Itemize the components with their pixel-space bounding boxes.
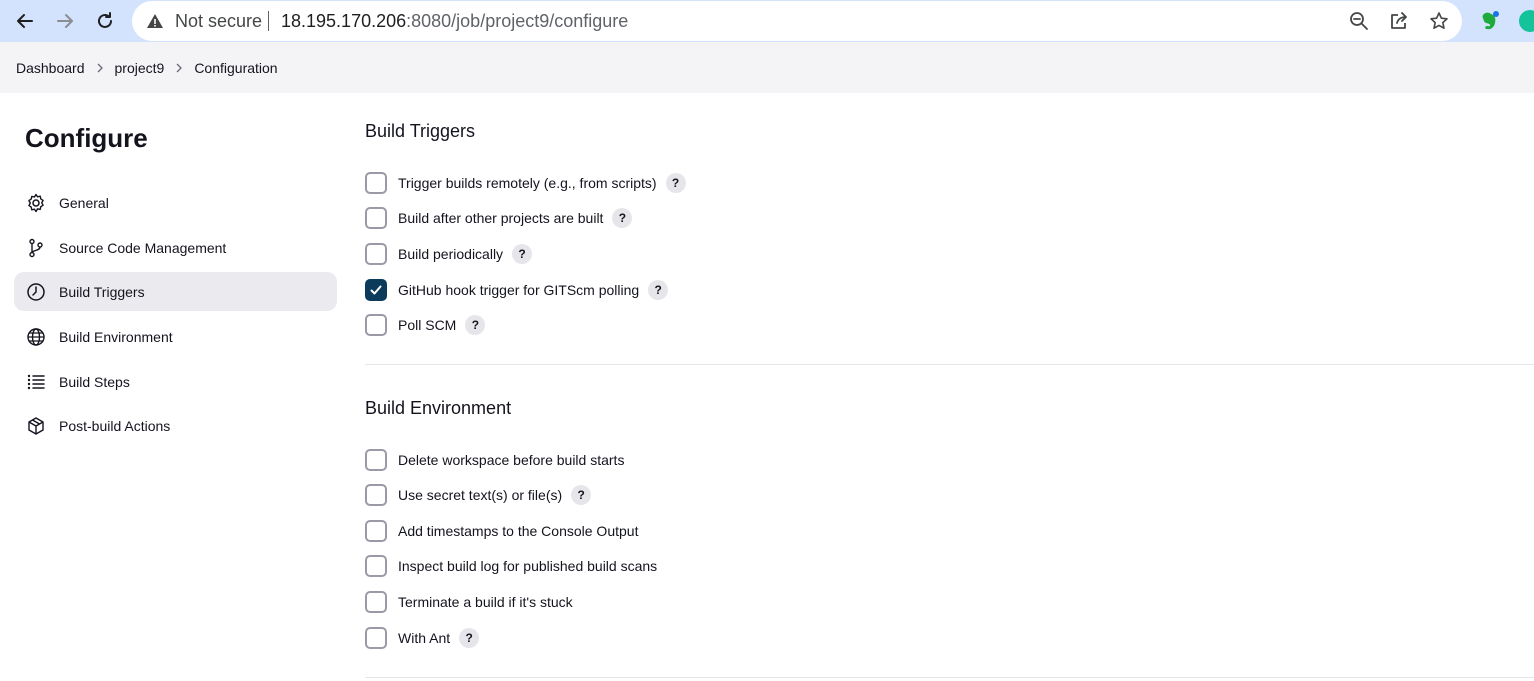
list-icon	[26, 372, 46, 392]
zoom-out-icon	[1350, 12, 1368, 30]
option-trigger-builds-remotely[interactable]: Trigger builds remotely (e.g., from scri…	[365, 171, 686, 195]
reload-button[interactable]	[90, 6, 120, 36]
option-label[interactable]: With Ant	[398, 630, 450, 646]
option-inspect-build-log[interactable]: Inspect build log for published build sc…	[365, 554, 657, 578]
checkbox[interactable]	[365, 207, 387, 229]
gear-icon	[26, 193, 46, 213]
config-main: Build Triggers Trigger builds remotely (…	[365, 93, 1534, 681]
help-icon[interactable]: ?	[465, 315, 486, 335]
back-button[interactable]	[10, 6, 40, 36]
help-icon[interactable]: ?	[648, 280, 669, 300]
option-label[interactable]: GitHub hook trigger for GITScm polling	[398, 282, 639, 298]
option-label[interactable]: Build after other projects are built	[398, 210, 603, 226]
checkbox[interactable]	[365, 627, 387, 649]
section-divider	[365, 364, 1534, 365]
checkmark-icon	[370, 285, 382, 295]
breadcrumb: Dashboard project9 Configuration	[0, 42, 1534, 93]
chevron-right-icon	[97, 63, 103, 72]
checkbox[interactable]	[365, 591, 387, 613]
help-icon[interactable]: ?	[459, 628, 480, 648]
branch-icon	[26, 238, 46, 258]
help-icon[interactable]: ?	[612, 208, 633, 228]
option-build-periodically[interactable]: Build periodically ?	[365, 242, 533, 266]
grammarly-extension-icon[interactable]	[1518, 9, 1534, 33]
sidebar-item-label: Source Code Management	[59, 239, 227, 256]
option-label[interactable]: Trigger builds remotely (e.g., from scri…	[398, 175, 657, 191]
zoom-button[interactable]	[1348, 10, 1370, 32]
option-github-hook-trigger[interactable]: GitHub hook trigger for GITScm polling ?	[365, 278, 669, 302]
sidebar-item-label: Build Steps	[59, 373, 130, 390]
address-separator	[268, 11, 269, 31]
browser-toolbar: Not secure 18.195.170.206:8080/job/proje…	[0, 0, 1534, 42]
package-icon	[26, 416, 46, 436]
sidebar-item-label: Post-build Actions	[59, 417, 171, 434]
breadcrumb-dashboard[interactable]: Dashboard	[16, 60, 85, 76]
address-bar[interactable]: Not secure 18.195.170.206:8080/job/proje…	[132, 1, 1462, 41]
option-with-ant[interactable]: With Ant ?	[365, 626, 480, 650]
option-label[interactable]: Add timestamps to the Console Output	[398, 523, 638, 539]
option-label[interactable]: Inspect build log for published build sc…	[398, 558, 657, 574]
breadcrumb-configuration[interactable]: Configuration	[194, 60, 277, 76]
sidebar-item-general[interactable]: General	[14, 183, 337, 222]
checkbox[interactable]	[365, 314, 387, 336]
reload-icon	[98, 12, 112, 28]
sidebar-item-label: Build Triggers	[59, 283, 145, 300]
share-button[interactable]	[1388, 10, 1410, 32]
forward-button[interactable]	[50, 6, 80, 36]
sidebar-item-build-steps[interactable]: Build Steps	[14, 362, 337, 401]
chevron-right-icon	[176, 63, 183, 72]
checkbox-checked[interactable]	[365, 279, 387, 301]
breadcrumb-separator	[164, 63, 194, 73]
sidebar-item-build-triggers[interactable]: Build Triggers	[14, 272, 337, 311]
option-label[interactable]: Build periodically	[398, 246, 503, 262]
option-label[interactable]: Delete workspace before build starts	[398, 452, 624, 468]
section-title-build-triggers: Build Triggers	[365, 121, 476, 141]
option-label[interactable]: Poll SCM	[398, 317, 456, 333]
checkbox[interactable]	[365, 520, 387, 542]
timer-icon	[26, 282, 46, 302]
arrow-right-icon	[57, 14, 73, 28]
option-label[interactable]: Terminate a build if it's stuck	[398, 594, 573, 610]
sidebar-item-post-build-actions[interactable]: Post-build Actions	[14, 406, 337, 445]
config-sidebar: Configure General Source Code Management…	[0, 93, 350, 681]
evernote-extension-icon[interactable]	[1477, 9, 1501, 33]
url-host: 18.195.170.206	[281, 11, 407, 31]
page-title: Configure	[25, 123, 148, 153]
arrow-left-icon	[17, 14, 33, 28]
sidebar-item-label: General	[59, 194, 109, 211]
star-icon	[1430, 12, 1448, 29]
checkbox[interactable]	[365, 172, 387, 194]
checkbox[interactable]	[365, 243, 387, 265]
section-divider	[365, 677, 1534, 678]
help-icon[interactable]: ?	[512, 244, 533, 264]
checkbox[interactable]	[365, 484, 387, 506]
section-title-build-environment: Build Environment	[365, 398, 512, 418]
option-terminate-stuck-build[interactable]: Terminate a build if it's stuck	[365, 590, 573, 614]
option-poll-scm[interactable]: Poll SCM ?	[365, 313, 486, 337]
checkbox[interactable]	[365, 449, 387, 471]
option-label[interactable]: Use secret text(s) or file(s)	[398, 487, 562, 503]
url-text[interactable]: 18.195.170.206:8080/job/project9/configu…	[281, 11, 628, 32]
breadcrumb-project[interactable]: project9	[115, 60, 165, 76]
sidebar-item-label: Build Environment	[59, 328, 173, 345]
breadcrumb-separator	[85, 63, 115, 73]
option-build-after-other-projects[interactable]: Build after other projects are built ?	[365, 206, 633, 230]
option-add-timestamps[interactable]: Add timestamps to the Console Output	[365, 519, 638, 543]
sidebar-item-build-environment[interactable]: Build Environment	[14, 317, 337, 356]
option-delete-workspace[interactable]: Delete workspace before build starts	[365, 448, 624, 472]
share-icon	[1391, 12, 1407, 29]
warning-icon[interactable]	[146, 12, 164, 30]
help-icon[interactable]: ?	[571, 485, 592, 505]
bookmark-button[interactable]	[1428, 10, 1450, 32]
sidebar-item-source-code-management[interactable]: Source Code Management	[14, 228, 337, 267]
url-path: :8080/job/project9/configure	[406, 11, 629, 31]
checkbox[interactable]	[365, 555, 387, 577]
option-use-secret-text[interactable]: Use secret text(s) or file(s) ?	[365, 483, 592, 507]
security-status[interactable]: Not secure	[175, 11, 262, 32]
help-icon[interactable]: ?	[665, 173, 686, 193]
globe-icon	[26, 327, 46, 347]
